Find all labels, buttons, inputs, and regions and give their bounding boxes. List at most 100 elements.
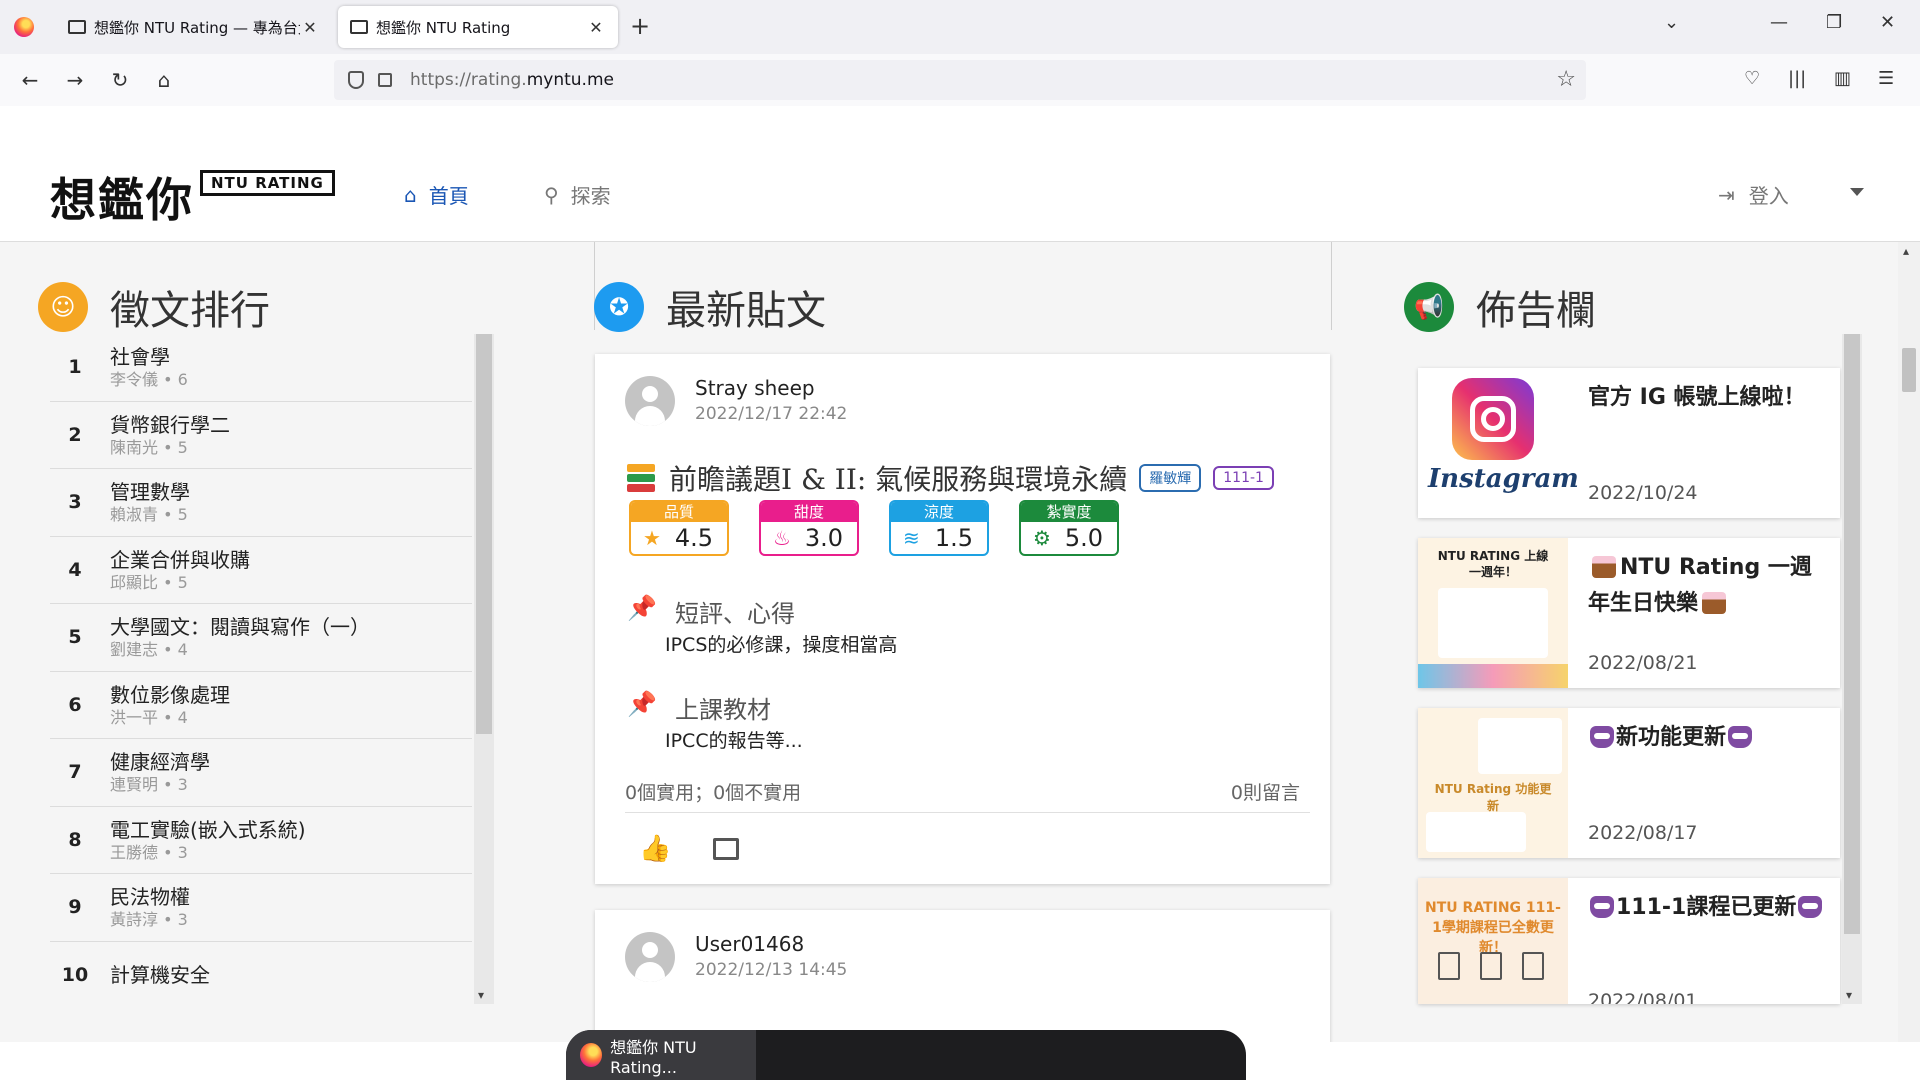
tab-favicon-icon xyxy=(350,20,368,34)
firefox-icon xyxy=(14,17,34,37)
tab-title: 想鑑你 NTU Rating — 專為台大 xyxy=(94,18,300,37)
course-meta: 李令儀 • 6 xyxy=(110,370,188,390)
menu-icon[interactable]: ☰ xyxy=(1878,68,1894,89)
list-item[interactable]: 9 民法物權 黃詩淳 • 3 xyxy=(50,874,472,942)
post-author[interactable]: User01468 xyxy=(695,932,804,956)
forward-icon[interactable]: → xyxy=(63,68,87,92)
posts-title: 最新貼文 xyxy=(666,288,826,334)
pocket-icon[interactable]: ♡ xyxy=(1744,68,1760,89)
library-icon[interactable]: ||| xyxy=(1788,68,1806,89)
tab-list-icon[interactable]: ⌄ xyxy=(1664,12,1679,33)
rating-row: 品質 ★ 4.5 甜度 ♨ 3.0 涼度 ≋ 1.5 紮實度 ⚙ 5.0 xyxy=(629,500,1149,556)
url-bar[interactable]: https://rating.myntu.me ☆ xyxy=(334,60,1586,100)
tracking-shield-icon[interactable] xyxy=(348,71,364,89)
thumbs-up-icon[interactable]: 👍 xyxy=(639,834,671,864)
cake-icon xyxy=(1592,556,1616,578)
tab-title: 想鑑你 NTU Rating xyxy=(376,18,511,37)
comment-icon[interactable] xyxy=(713,838,739,860)
books-icon xyxy=(627,464,655,492)
minimize-icon[interactable]: — xyxy=(1770,12,1788,33)
ranking-icon: ☺ xyxy=(38,282,88,332)
announcement-card[interactable]: NTU RATING 111-1學期課程已全數更新！ 111-1課程已更新 20… xyxy=(1418,878,1840,1004)
nav-search[interactable]: ⚲ 探索 xyxy=(544,180,611,209)
list-item[interactable]: 5 大學國文：閱讀與寫作（一） 劉建志 • 4 xyxy=(50,604,472,672)
reload-icon[interactable]: ↻ xyxy=(108,68,132,92)
scroll-down-icon[interactable]: ▾ xyxy=(1846,988,1852,1002)
back-icon[interactable]: ← xyxy=(18,68,42,92)
login-label: 登入 xyxy=(1748,184,1789,208)
list-item[interactable]: 6 數位影像處理 洪一平 • 4 xyxy=(50,672,472,739)
announcement-date: 2022/08/01 xyxy=(1588,990,1698,1004)
nav-home[interactable]: ⌂ 首頁 xyxy=(404,180,469,209)
scroll-up-icon[interactable]: ▴ xyxy=(1903,244,1909,258)
course-title-row[interactable]: 前瞻議題I & II: 氣候服務與環境永續 羅敏輝 111-1 xyxy=(627,458,1274,498)
course-meta: 洪一平 • 4 xyxy=(110,707,188,727)
course-meta: 邱顯比 • 5 xyxy=(110,572,188,592)
face-icon xyxy=(1798,896,1823,918)
list-item[interactable]: 2 貨幣銀行學二 陳南光 • 5 xyxy=(50,402,472,469)
comment-count[interactable]: 0則留言 xyxy=(1231,778,1300,805)
post-date: 2022/12/17 22:42 xyxy=(695,404,848,424)
tab-favicon-icon xyxy=(68,20,86,34)
ranking-list[interactable]: 1 社會學 李令儀 • 6 2 貨幣銀行學二 陳南光 • 5 3 管理數學 賴淑青 •… xyxy=(50,334,472,1004)
professor-tag[interactable]: 羅敏輝 xyxy=(1139,464,1202,492)
scrollbar-thumb[interactable] xyxy=(476,334,492,734)
close-icon[interactable]: ✕ xyxy=(300,18,320,37)
restore-icon[interactable]: ❐ xyxy=(1826,12,1842,33)
bookmark-star-icon[interactable]: ☆ xyxy=(1556,67,1576,92)
face-icon xyxy=(1590,896,1614,918)
url-text[interactable]: https://rating.myntu.me xyxy=(410,70,614,90)
ranking-section-title: ☺ 徵文排行 xyxy=(38,278,270,336)
rating-quality: 品質 ★ 4.5 xyxy=(629,500,729,556)
material-title: 上課教材 xyxy=(675,696,771,724)
list-item[interactable]: 1 社會學 李令儀 • 6 xyxy=(50,334,472,402)
rating-sweetness: 甜度 ♨ 3.0 xyxy=(759,500,859,556)
page-scrollbar[interactable]: ▴ xyxy=(1898,242,1920,1042)
site-logo[interactable]: 想鑑你 NTU RATING xyxy=(50,164,335,230)
ranking-scrollbar[interactable]: ▾ xyxy=(474,334,494,1004)
announcement-card[interactable]: Instagram 官方 IG 帳號上線啦！ 2022/10/24 xyxy=(1418,368,1840,518)
close-icon[interactable]: ✕ xyxy=(586,18,606,37)
window-close-icon[interactable]: ✕ xyxy=(1880,12,1895,33)
scrollbar-thumb[interactable] xyxy=(1844,334,1860,934)
browser-tab-1[interactable]: 想鑑你 NTU Rating — 專為台大 ✕ xyxy=(56,6,332,48)
course-meta: 黃詩淳 • 3 xyxy=(110,910,188,930)
rank-number: 2 xyxy=(68,423,82,446)
sidebar-icon[interactable]: ▥ xyxy=(1834,68,1851,89)
dropdown-caret-icon[interactable] xyxy=(1850,188,1864,196)
list-item[interactable]: 3 管理數學 賴淑青 • 5 xyxy=(50,469,472,537)
post-author[interactable]: Stray sheep xyxy=(695,376,815,400)
announcement-title-text[interactable]: 官方 IG 帳號上線啦！ xyxy=(1588,380,1828,416)
lock-icon[interactable] xyxy=(378,73,392,87)
ranking-title: 徵文排行 xyxy=(110,288,270,334)
announcement-card[interactable]: NTU Rating 功能更新 新功能更新 2022/08/17 xyxy=(1418,708,1840,858)
course-title[interactable]: 前瞻議題I & II: 氣候服務與環境永續 xyxy=(669,458,1127,498)
announcement-date: 2022/10/24 xyxy=(1588,482,1698,504)
announcement-title: 佈告欄 xyxy=(1476,288,1596,334)
browser-tab-2[interactable]: 想鑑你 NTU Rating ✕ xyxy=(338,6,618,48)
announcement-title-text[interactable]: 111-1課程已更新 xyxy=(1588,890,1828,926)
post-card[interactable]: Stray sheep 2022/12/17 22:42 前瞻議題I & II:… xyxy=(595,354,1330,884)
scrollbar-thumb[interactable] xyxy=(1902,348,1916,392)
taskbar-app-firefox[interactable]: 想鑑你 NTU Rating... xyxy=(566,1030,756,1080)
site-header: 想鑑你 NTU RATING ⌂ 首頁 ⚲ 探索 ⇥ 登入 xyxy=(0,106,1920,242)
announcement-card[interactable]: NTU RATING 上線一週年！ NTU Rating 一週年生日快樂 202… xyxy=(1418,538,1840,688)
announcement-title-text[interactable]: 新功能更新 xyxy=(1588,720,1828,756)
browser-tab-bar: 想鑑你 NTU Rating — 專為台大 ✕ 想鑑你 NTU Rating ✕… xyxy=(0,0,1920,54)
announcement-title-text[interactable]: NTU Rating 一週年生日快樂 xyxy=(1588,550,1828,622)
new-tab-button[interactable]: + xyxy=(630,12,650,40)
home-icon[interactable]: ⌂ xyxy=(152,68,176,92)
list-item[interactable]: 10 計算機安全 xyxy=(50,942,472,1005)
scroll-down-icon[interactable]: ▾ xyxy=(478,988,484,1002)
cupcake-icon: ♨ xyxy=(773,526,791,550)
star-icon: ★ xyxy=(643,526,661,550)
login-button[interactable]: ⇥ 登入 xyxy=(1718,180,1789,209)
nav-home-label: 首頁 xyxy=(428,184,469,208)
divider xyxy=(625,812,1310,813)
semester-tag[interactable]: 111-1 xyxy=(1213,466,1274,490)
list-item[interactable]: 4 企業合併與收購 邱顯比 • 5 xyxy=(50,537,472,604)
announcement-thumbnail: Instagram xyxy=(1418,368,1579,518)
list-item[interactable]: 7 健康經濟學 連賢明 • 3 xyxy=(50,739,472,807)
announcement-scrollbar[interactable]: ▾ xyxy=(1842,334,1862,1004)
list-item[interactable]: 8 電工實驗(嵌入式系統) 王勝德 • 3 xyxy=(50,807,472,874)
